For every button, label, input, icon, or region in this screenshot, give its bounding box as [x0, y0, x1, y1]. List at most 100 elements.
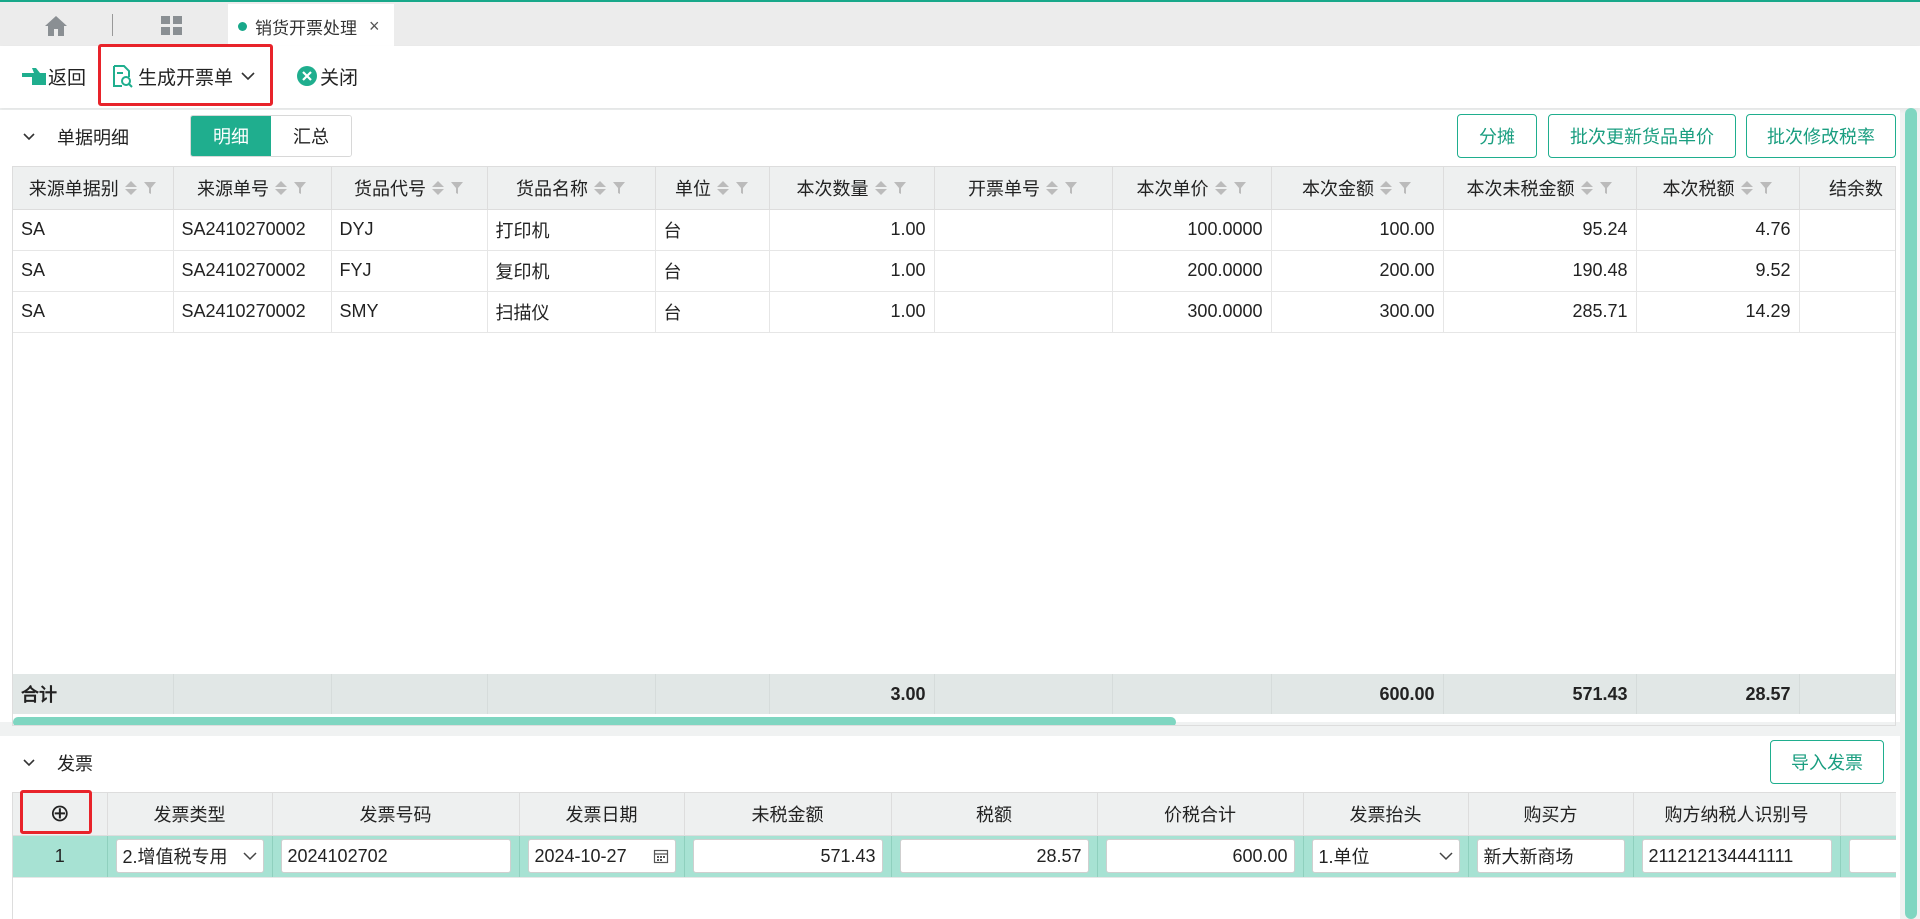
close-button[interactable]: 关闭: [296, 58, 358, 94]
cell: SA2410270002: [173, 209, 332, 251]
summary-amount: 600.00: [1271, 674, 1444, 714]
cell: SA: [13, 291, 174, 333]
column-header[interactable]: 本次单价: [1112, 167, 1272, 210]
chevron-down-icon: [1438, 852, 1453, 861]
tab-summary[interactable]: 汇总: [271, 116, 351, 156]
cell: SA: [13, 209, 174, 251]
cell: SMY: [331, 291, 488, 333]
active-dot-icon: [238, 21, 247, 31]
import-invoice-button[interactable]: 导入发票: [1770, 740, 1884, 784]
detail-section: 单据明细 明细 汇总 分摊 批次更新货品单价 批次修改税率 来源单据别 来源单号…: [0, 110, 1900, 726]
grid-header-row: 来源单据别 来源单号 货品代号 货品名称 单位 本次数量 开票单号 本次单价 本…: [13, 167, 1895, 210]
buyer-input[interactable]: 新大新商场: [1468, 835, 1634, 878]
cell: 300.00: [1271, 291, 1444, 333]
sort-icon: [1380, 180, 1392, 195]
taxpayer-id-input[interactable]: 211212134441111: [1633, 835, 1841, 878]
cell: [934, 250, 1113, 292]
batch-update-price-button[interactable]: 批次更新货品单价: [1548, 114, 1736, 158]
back-button[interactable]: 返回: [20, 58, 86, 94]
sort-icon: [124, 180, 137, 195]
column-header[interactable]: 本次税额: [1636, 167, 1800, 210]
filter-icon: [736, 181, 748, 194]
tab-sales-invoicing[interactable]: 销货开票处理 ×: [228, 4, 394, 48]
column-header[interactable]: 税额: [891, 793, 1098, 836]
total-amount-input[interactable]: 600.00: [1097, 835, 1304, 878]
collapse-chevron-icon[interactable]: [22, 130, 36, 144]
table-row[interactable]: SA SA2410270002 FYJ 复印机 台 1.00 200.0000 …: [13, 250, 1895, 292]
column-header[interactable]: 发票日期: [519, 793, 685, 836]
column-header[interactable]: 结余数: [1799, 167, 1895, 210]
grid-menu-icon[interactable]: [144, 10, 200, 42]
column-header[interactable]: 本次未税金额: [1443, 167, 1637, 210]
close-label: 关闭: [320, 67, 359, 89]
cell: DYJ: [331, 209, 488, 251]
column-header[interactable]: 本次数量: [769, 167, 935, 210]
cell: 台: [655, 250, 770, 292]
allocate-button[interactable]: 分摊: [1457, 114, 1537, 158]
detail-section-header: 单据明细 明细 汇总 分摊 批次更新货品单价 批次修改税率: [0, 110, 1900, 164]
next-field-input[interactable]: [1840, 835, 1896, 878]
cell: SA: [13, 250, 174, 292]
filter-icon: [143, 181, 156, 194]
sort-icon: [874, 180, 887, 195]
cell: 复印机: [487, 250, 656, 292]
divider: [112, 14, 113, 36]
tab-close-icon[interactable]: ×: [369, 16, 380, 37]
batch-modify-tax-button[interactable]: 批次修改税率: [1746, 114, 1896, 158]
column-header[interactable]: 未税金额: [684, 793, 892, 836]
column-header[interactable]: 价税合计: [1097, 793, 1304, 836]
cell: 100.0000: [1112, 209, 1272, 251]
column-header[interactable]: 购买方: [1468, 793, 1634, 836]
sort-icon: [1740, 180, 1753, 195]
horizontal-scrollbar[interactable]: [13, 717, 1176, 725]
home-icon[interactable]: [28, 10, 84, 42]
column-header[interactable]: 发票抬头: [1303, 793, 1469, 836]
cell: SA2410270002: [173, 291, 332, 333]
sort-icon: [594, 180, 606, 195]
filter-icon: [294, 181, 306, 194]
invoice-grid: ⊕ 发票类型 发票号码 发票日期 未税金额 税额 价税合计 发票抬头 购买方 购…: [12, 792, 1896, 919]
column-header: [1840, 793, 1896, 836]
column-header[interactable]: 货品代号: [331, 167, 488, 210]
column-header[interactable]: 开票单号: [934, 167, 1113, 210]
cell: [1799, 209, 1895, 251]
filter-icon: [1759, 181, 1772, 194]
table-row[interactable]: SA SA2410270002 SMY 扫描仪 台 1.00 300.0000 …: [13, 291, 1895, 333]
column-header[interactable]: 来源单据别: [13, 167, 174, 210]
column-header[interactable]: 来源单号: [173, 167, 332, 210]
column-header[interactable]: 发票号码: [272, 793, 520, 836]
invoice-date-input[interactable]: 2024-10-27: [519, 835, 685, 878]
toolbar: 返回 生成开票单 关闭: [0, 46, 1920, 108]
cell: FYJ: [331, 250, 488, 292]
column-header[interactable]: 单位: [655, 167, 770, 210]
cell: 打印机: [487, 209, 656, 251]
untaxed-amount-input[interactable]: 571.43: [684, 835, 892, 878]
invoice-type-select[interactable]: 2.增值税专用: [107, 835, 273, 878]
calendar-icon: [653, 849, 668, 864]
table-row[interactable]: SA SA2410270002 DYJ 打印机 台 1.00 100.0000 …: [13, 209, 1895, 251]
sort-icon: [275, 180, 287, 195]
column-header[interactable]: 发票类型: [107, 793, 273, 836]
tax-amount-input[interactable]: 28.57: [891, 835, 1098, 878]
cell: 扫描仪: [487, 291, 656, 333]
collapse-chevron-icon[interactable]: [22, 756, 36, 770]
summary-label: 合计: [13, 674, 174, 714]
cell: 285.71: [1443, 291, 1637, 333]
cell: 台: [655, 291, 770, 333]
tab-detail[interactable]: 明细: [191, 116, 271, 156]
summary-untaxed: 571.43: [1443, 674, 1637, 714]
filter-icon: [451, 181, 463, 194]
cell: 1.00: [769, 291, 935, 333]
invoice-number-input[interactable]: 2024102702: [272, 835, 520, 878]
highlight-box: [98, 44, 273, 106]
tab-title: 销货开票处理: [255, 18, 357, 38]
invoice-header-select[interactable]: 1.单位: [1303, 835, 1469, 878]
filter-icon: [1233, 181, 1246, 194]
invoice-row[interactable]: 1 2.增值税专用 2024102702 2024-10-27 571.43 2…: [13, 835, 1896, 878]
column-header[interactable]: 货品名称: [487, 167, 656, 210]
cell: 100.00: [1271, 209, 1444, 251]
column-header[interactable]: 购方纳税人识别号: [1633, 793, 1841, 836]
vertical-scrollbar[interactable]: [1905, 108, 1917, 919]
cell: 台: [655, 209, 770, 251]
column-header[interactable]: 本次金额: [1271, 167, 1444, 210]
